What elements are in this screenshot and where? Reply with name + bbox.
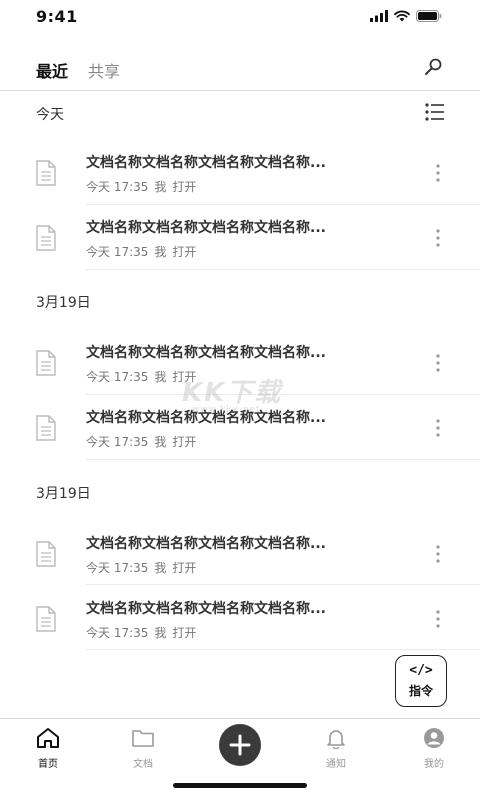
document-icon <box>36 350 56 376</box>
doc-action: 打开 <box>172 626 197 640</box>
command-label: 指令 <box>408 683 433 698</box>
signal-icon <box>370 10 388 22</box>
doc-title: 文档名称文档名称文档名称文档名称... <box>86 410 326 426</box>
doc-time: 今天 17:35 <box>86 245 149 259</box>
doc-action: 打开 <box>172 245 197 259</box>
doc-meta: 今天 17:35 我打开 <box>86 178 202 195</box>
document-icon <box>36 160 56 186</box>
list-item[interactable]: 文档名称文档名称文档名称文档名称... 今天 17:35 我打开 <box>0 399 480 463</box>
row-divider <box>86 459 480 460</box>
doc-user: 我 <box>154 561 167 575</box>
list-item[interactable]: 文档名称文档名称文档名称文档名称... 今天 17:35 我打开 <box>0 590 480 654</box>
list-item[interactable]: 文档名称文档名称文档名称文档名称... 今天 17:35 我打开 <box>0 209 480 273</box>
section-header-today: 今天 <box>36 107 64 123</box>
row-divider <box>86 204 480 205</box>
code-icon: </> <box>409 662 433 678</box>
user-icon <box>424 728 444 748</box>
list-item[interactable]: 文档名称文档名称文档名称文档名称... 今天 17:35 我打开 <box>0 144 480 208</box>
doc-time: 今天 17:35 <box>86 435 149 449</box>
more-icon[interactable] <box>434 608 442 630</box>
top-nav: 最近 共享 <box>0 46 480 90</box>
plus-icon <box>229 734 251 756</box>
doc-meta: 今天 17:35 我打开 <box>86 433 202 450</box>
doc-action: 打开 <box>172 435 197 449</box>
doc-time: 今天 17:35 <box>86 626 149 640</box>
folder-icon <box>132 730 154 747</box>
section-header-date: 3月19日 <box>36 295 91 311</box>
doc-title: 文档名称文档名称文档名称文档名称... <box>86 345 326 361</box>
doc-user: 我 <box>154 626 167 640</box>
add-button[interactable] <box>219 724 261 766</box>
row-divider <box>86 269 480 270</box>
home-icon <box>37 728 59 748</box>
tab-profile[interactable]: 我的 <box>404 727 464 770</box>
document-icon <box>36 225 56 251</box>
tab-docs[interactable]: 文档 <box>113 727 173 770</box>
doc-meta: 今天 17:35 我打开 <box>86 624 202 641</box>
tab-home[interactable]: 首页 <box>18 727 78 770</box>
document-icon <box>36 415 56 441</box>
tab-profile-label: 我的 <box>424 759 444 770</box>
status-time: 9:41 <box>36 7 78 26</box>
doc-user: 我 <box>154 435 167 449</box>
tab-bar: 首页 文档 通知 我的 <box>0 718 480 800</box>
document-icon <box>36 541 56 567</box>
doc-user: 我 <box>154 180 167 194</box>
doc-action: 打开 <box>172 370 197 384</box>
wifi-icon <box>394 10 410 22</box>
doc-title: 文档名称文档名称文档名称文档名称... <box>86 155 326 171</box>
row-divider <box>86 584 480 585</box>
doc-time: 今天 17:35 <box>86 561 149 575</box>
status-bar: 9:41 <box>0 0 480 34</box>
bell-icon <box>327 730 345 749</box>
row-divider <box>86 649 480 650</box>
section-header-date: 3月19日 <box>36 486 91 502</box>
nav-divider <box>0 90 480 91</box>
doc-action: 打开 <box>172 180 197 194</box>
tab-notifications-label: 通知 <box>326 759 346 770</box>
doc-action: 打开 <box>172 561 197 575</box>
doc-user: 我 <box>154 245 167 259</box>
tab-notifications[interactable]: 通知 <box>306 727 366 770</box>
list-item[interactable]: 文档名称文档名称文档名称文档名称... 今天 17:35 我打开 <box>0 525 480 589</box>
tab-recent[interactable]: 最近 <box>36 58 68 82</box>
doc-meta: 今天 17:35 我打开 <box>86 559 202 576</box>
doc-meta: 今天 17:35 我打开 <box>86 243 202 260</box>
doc-meta: 今天 17:35 我打开 <box>86 368 202 385</box>
more-icon[interactable] <box>434 417 442 439</box>
search-icon[interactable] <box>422 56 444 78</box>
doc-user: 我 <box>154 370 167 384</box>
home-indicator <box>173 783 307 788</box>
doc-time: 今天 17:35 <box>86 180 149 194</box>
doc-time: 今天 17:35 <box>86 370 149 384</box>
status-icons <box>370 10 442 22</box>
row-divider <box>86 394 480 395</box>
doc-title: 文档名称文档名称文档名称文档名称... <box>86 536 326 552</box>
tab-shared[interactable]: 共享 <box>88 58 120 82</box>
list-view-icon[interactable] <box>424 101 446 123</box>
document-icon <box>36 606 56 632</box>
list-item[interactable]: 文档名称文档名称文档名称文档名称... 今天 17:35 我打开 <box>0 334 480 398</box>
more-icon[interactable] <box>434 352 442 374</box>
more-icon[interactable] <box>434 162 442 184</box>
doc-title: 文档名称文档名称文档名称文档名称... <box>86 601 326 617</box>
command-button[interactable]: </> 指令 <box>395 655 447 707</box>
battery-icon <box>416 10 442 22</box>
more-icon[interactable] <box>434 227 442 249</box>
more-icon[interactable] <box>434 543 442 565</box>
doc-title: 文档名称文档名称文档名称文档名称... <box>86 220 326 236</box>
tab-docs-label: 文档 <box>133 759 153 770</box>
tab-home-label: 首页 <box>38 759 58 770</box>
